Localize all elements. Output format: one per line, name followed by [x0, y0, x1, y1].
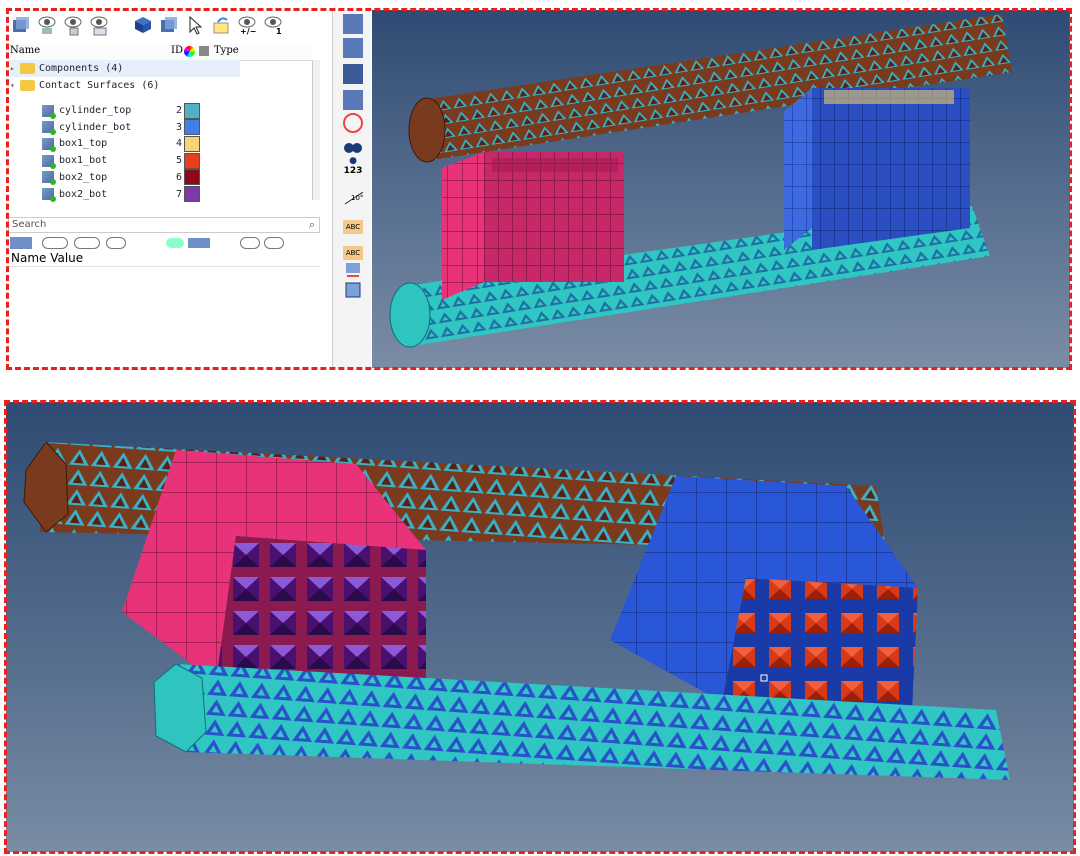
color-swatch[interactable] [184, 102, 200, 119]
tree-label: Components (4) [39, 63, 124, 74]
entity-filter-icon[interactable] [158, 14, 180, 36]
expand-arrow-icon[interactable]: ▸ [10, 64, 20, 73]
surface-id: 6 [176, 171, 183, 183]
mask-icon[interactable] [343, 14, 363, 34]
surface-label: cylinder_bot [59, 121, 132, 133]
number-badge: 123 [343, 166, 363, 176]
tree-label: Contact Surfaces (6) [39, 80, 160, 91]
display-icon[interactable] [88, 14, 110, 36]
show-hide-icon[interactable] [36, 14, 58, 36]
include-icon[interactable] [199, 46, 209, 56]
tree-folder-contact-surfaces[interactable]: ▾ Contact Surfaces (6) [10, 77, 159, 94]
tree-item-surface[interactable]: box2_top 6 [42, 169, 200, 186]
refresh-icon[interactable] [210, 14, 232, 36]
transform-icon[interactable] [343, 258, 363, 278]
element-icon[interactable] [343, 90, 363, 110]
surface-icon [42, 121, 56, 136]
model-browser: +/− 1 Name ID Type ▸ Components (4) ▾ Co… [8, 10, 320, 368]
search-field[interactable]: Search ⌕ [8, 217, 320, 233]
show-one-badge: 1 [276, 27, 282, 36]
surface-icon [42, 137, 56, 152]
box1[interactable] [442, 152, 624, 300]
folder-icon [20, 80, 35, 91]
surface-icon [42, 154, 56, 169]
surface-icon [42, 104, 56, 119]
cursor-icon[interactable] [184, 14, 206, 36]
hide-all-icon[interactable]: +/− [236, 14, 258, 36]
select-box-icon[interactable] [343, 280, 363, 300]
color-wheel-icon[interactable] [184, 46, 195, 57]
number-icon[interactable]: ● 123 [343, 156, 363, 176]
secondary-toolbar [10, 236, 284, 250]
graphics-viewport-top[interactable] [372, 10, 1070, 368]
eye-icon[interactable] [240, 237, 260, 249]
abc-badge: ABC [345, 249, 361, 257]
tree-item-surface[interactable]: box1_top 4 [42, 135, 200, 152]
collapse-arrow-icon[interactable]: ▾ [10, 81, 20, 90]
tree-item-surface[interactable]: cylinder_bot 3 [42, 119, 200, 136]
entity-view-icon[interactable] [10, 14, 32, 36]
surface-label: box1_top [59, 138, 108, 150]
abc-badge: ABC [345, 223, 361, 231]
surface-icon [42, 188, 56, 202]
find-icon[interactable] [343, 113, 363, 133]
color-swatch[interactable] [184, 119, 200, 136]
surface-label: box1_bot [59, 155, 108, 167]
folder-icon [20, 63, 35, 74]
eye-icon[interactable] [42, 237, 68, 249]
color-swatch[interactable] [184, 186, 200, 202]
hide-all-badge: +/− [240, 27, 257, 36]
entity-filter-icon[interactable] [188, 238, 210, 248]
search-icon[interactable]: ⌕ [309, 218, 315, 232]
graphics-viewport-bottom[interactable] [6, 402, 1074, 852]
surface-id: 2 [176, 105, 183, 116]
column-name[interactable]: Name [10, 45, 40, 56]
browser-column-header: Name ID Type [8, 44, 312, 61]
tree-folder-components[interactable]: ▸ Components (4) [10, 60, 240, 77]
measure-icon[interactable]: 10° [343, 188, 363, 208]
surface-label: box2_top [59, 171, 108, 183]
tree-item-surface[interactable]: box1_bot 5 [42, 152, 200, 169]
surface-label: box2_bot [59, 188, 108, 200]
color-swatch[interactable] [184, 152, 200, 169]
surface-id: 4 [176, 138, 183, 150]
vertical-toolbar: ● 123 10° ABC ABC [332, 10, 371, 368]
tree-item-surface[interactable]: cylinder_top 2 [42, 102, 200, 119]
cube-icon[interactable] [132, 14, 154, 36]
surface-icon [42, 171, 56, 186]
surface-id: 5 [176, 155, 183, 167]
column-type[interactable]: Type [214, 45, 239, 56]
eye-icon[interactable] [264, 237, 284, 249]
color-swatch[interactable] [184, 135, 200, 152]
show-one-icon[interactable]: 1 [262, 14, 284, 36]
column-id[interactable]: ID [171, 45, 183, 56]
browser-toolbar: +/− 1 [10, 12, 288, 38]
eye-icon[interactable] [106, 237, 126, 249]
entity-icon[interactable] [10, 237, 32, 249]
eye-icon[interactable] [74, 237, 100, 249]
svg-text:10°: 10° [351, 194, 363, 202]
binoculars-icon[interactable] [343, 136, 363, 156]
surface-label: cylinder_top [59, 105, 132, 116]
tree-item-surface[interactable]: box2_bot 7 [42, 186, 200, 203]
color-icon[interactable] [166, 238, 184, 248]
search-placeholder: Search [12, 219, 47, 230]
surface-id: 7 [176, 188, 183, 200]
label-icon[interactable]: ABC [343, 220, 363, 234]
color-swatch[interactable] [184, 169, 200, 186]
isolate-icon[interactable] [62, 14, 84, 36]
mesh-icon[interactable] [343, 64, 363, 84]
browser-scrollbar[interactable] [312, 60, 320, 200]
entity-editor-header: Name Value [8, 250, 320, 267]
box2[interactable] [784, 88, 970, 250]
entity-editor-label: Name Value [11, 251, 84, 265]
grid-icon[interactable] [343, 38, 363, 58]
surface-id: 3 [176, 121, 183, 133]
